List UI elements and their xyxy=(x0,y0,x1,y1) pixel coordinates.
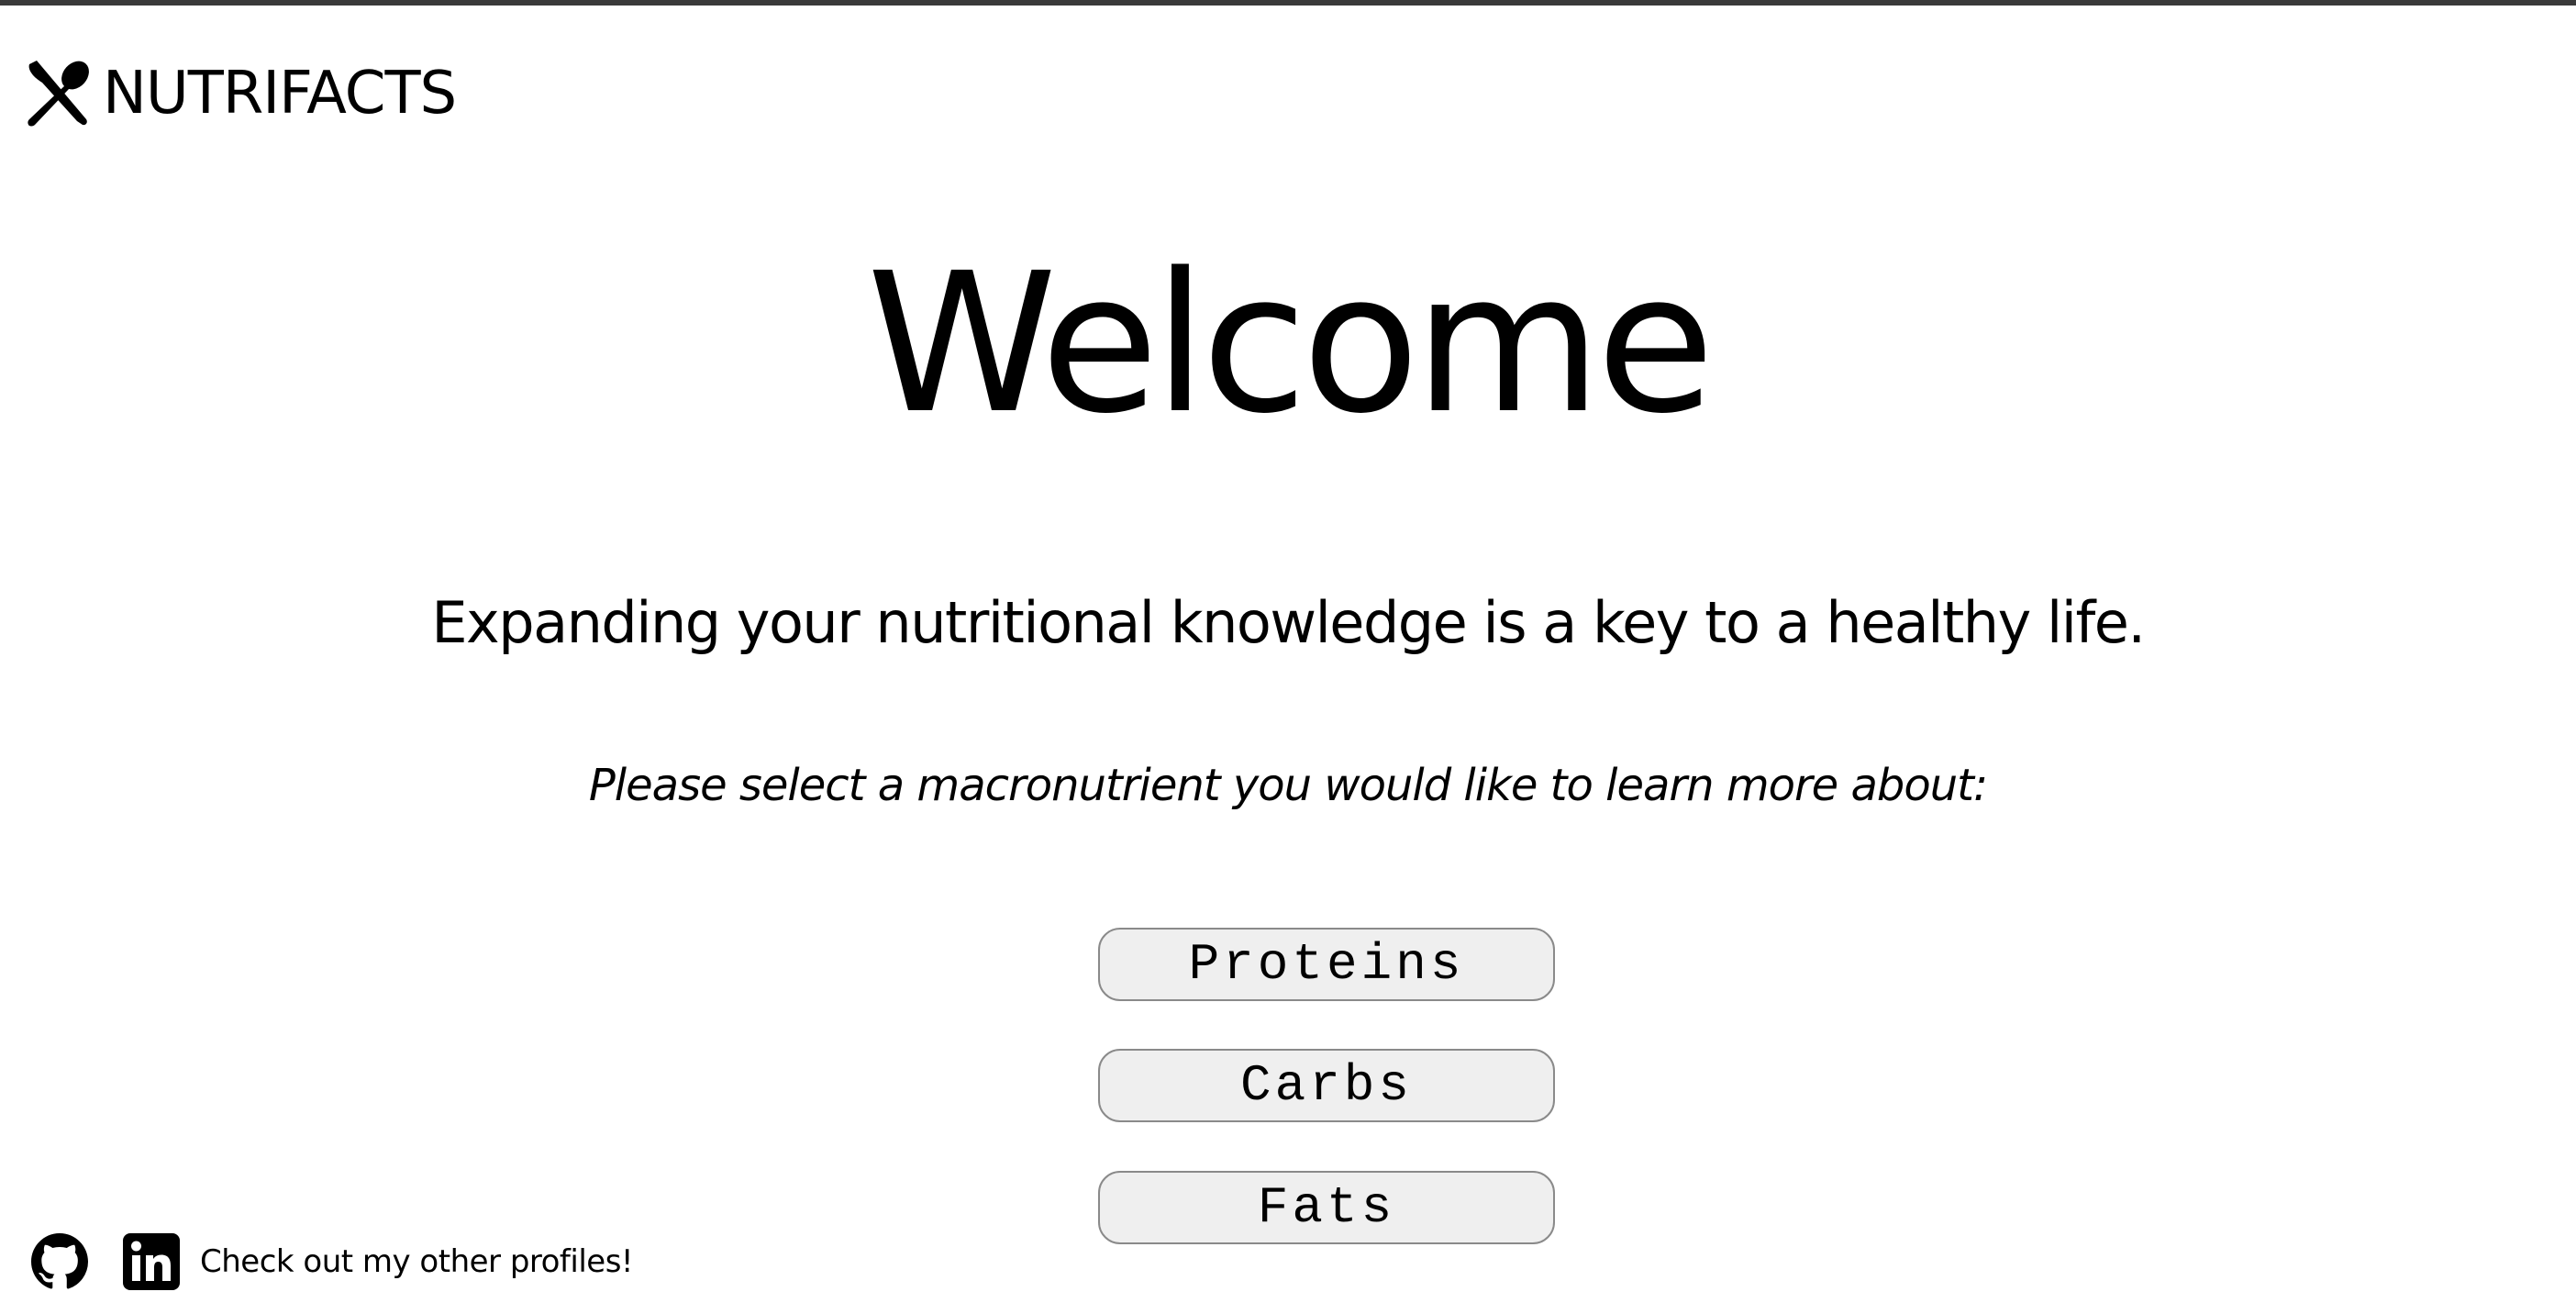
page-title: Welcome xyxy=(866,231,1715,456)
brand-name: NUTRIFACTS xyxy=(103,60,457,128)
fats-button[interactable]: Fats xyxy=(1098,1171,1555,1244)
utensils-icon xyxy=(24,59,94,128)
proteins-button[interactable]: Proteins xyxy=(1098,928,1555,1001)
selection-prompt: Please select a macronutrient you would … xyxy=(588,760,1988,811)
linkedin-link[interactable] xyxy=(123,1233,180,1290)
github-icon xyxy=(31,1233,88,1290)
carbs-button[interactable]: Carbs xyxy=(1098,1049,1555,1122)
brand-logo[interactable]: NUTRIFACTS xyxy=(24,59,457,128)
linkedin-icon xyxy=(123,1233,180,1290)
tagline: Expanding your nutritional knowledge is … xyxy=(431,589,2146,656)
footer-text: Check out my other profiles! xyxy=(200,1243,634,1280)
footer: Check out my other profiles! xyxy=(31,1233,634,1290)
top-border xyxy=(0,0,2576,6)
github-link[interactable] xyxy=(31,1233,88,1290)
